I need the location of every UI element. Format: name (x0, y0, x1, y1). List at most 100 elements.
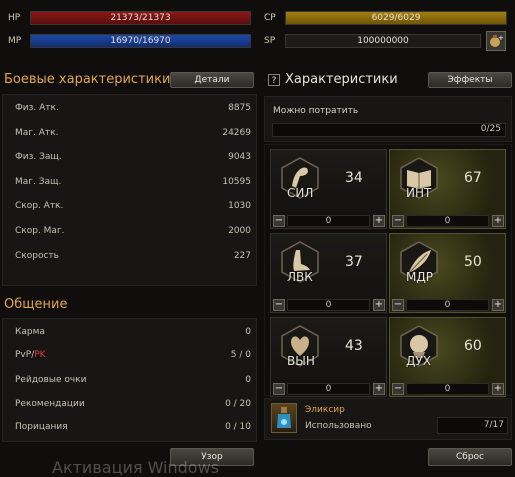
combat-stat-row: Маг. Атк. 24269 (15, 128, 251, 142)
mp-label: MP (8, 36, 22, 46)
list-item: Карма 0 (15, 327, 251, 341)
stat-card: МДР 50 −0 + (389, 233, 506, 313)
combat-stat-value: 10595 (222, 177, 251, 187)
effects-button[interactable]: Эффекты (428, 72, 512, 88)
combat-stat-row: Физ. Атк. 8875 (15, 103, 251, 117)
stat-value: 37 (345, 254, 363, 270)
list-item: PvP/PK 5 / 0 (15, 350, 251, 364)
sp-bar: 100000000 (285, 34, 481, 48)
plus-button[interactable]: + (373, 299, 385, 311)
stat-stepper: −0 + (271, 214, 386, 228)
combat-stat-row: Маг. Защ. 10595 (15, 177, 251, 191)
stat-stepper: −0 + (390, 382, 505, 396)
stat-cards-panel: СИЛ 34−0 + ИНТ 67−0 + ЛВК 37−0 + МДР 50−0 + ВЫН 43−0 +… (264, 144, 512, 397)
stat-abbr: СИЛ (287, 186, 314, 200)
pvp-pk-label: PvP/PK (15, 350, 46, 360)
stat-abbr: ИНТ (406, 186, 432, 200)
minus-button[interactable]: − (392, 383, 404, 395)
raid-points-label: Рейдовые очки (15, 375, 87, 385)
elixir-icon (271, 403, 297, 433)
stat-abbr: ДУХ (406, 354, 431, 368)
combat-stat-value: 2000 (228, 226, 251, 236)
combat-stat-row: Скорость 227 (15, 251, 251, 265)
stat-card: ДУХ 60 −0 + (389, 317, 506, 397)
stat-card: ЛВК 37 −0 + (270, 233, 387, 313)
stat-stepper: −0 + (390, 298, 505, 312)
stat-alloc-value: 0 (287, 215, 370, 227)
cp-bar: 6029/6029 (285, 11, 507, 25)
elixir-used-value: 7/17 (483, 420, 504, 430)
elixir-used-label: Использовано (305, 421, 372, 431)
elixir-used-field: 7/17 (437, 417, 508, 434)
stat-value: 34 (345, 170, 363, 186)
combat-stat-value: 1030 (228, 201, 251, 211)
stat-alloc-value: 0 (406, 299, 489, 311)
hp-bar: 21373/21373 (30, 11, 251, 25)
stat-abbr: МДР (406, 270, 433, 284)
pvp-label: PvP (15, 350, 32, 360)
mp-value: 16970/16970 (110, 36, 171, 46)
combat-stat-value: 8875 (228, 103, 251, 113)
spend-label: Можно потратить (273, 106, 359, 116)
plus-button[interactable]: + (492, 299, 504, 311)
combat-stat-label: Физ. Атк. (15, 103, 59, 113)
combat-stat-row: Скор. Атк. 1030 (15, 201, 251, 215)
pvp-pk-value: 5 / 0 (230, 350, 251, 360)
combat-stat-row: Скор. Маг. 2000 (15, 226, 251, 240)
stat-value: 60 (464, 338, 482, 354)
help-icon[interactable]: ? (268, 74, 280, 86)
combat-stat-value: 24269 (222, 128, 251, 138)
spend-field: 0/25 (272, 123, 506, 137)
list-item: Рейдовые очки 0 (15, 375, 251, 389)
hp-value: 21373/21373 (110, 13, 171, 23)
stat-value: 50 (464, 254, 482, 270)
recommendations-value: 0 / 20 (225, 399, 251, 409)
plus-button[interactable]: + (373, 215, 385, 227)
reproaches-label: Порицания (15, 422, 68, 432)
stat-alloc-value: 0 (287, 299, 370, 311)
stat-value: 67 (464, 170, 482, 186)
combat-panel: Физ. Атк. 8875 Маг. Атк. 24269 Физ. Защ. 9043… (2, 94, 257, 286)
minus-button[interactable]: − (273, 383, 285, 395)
details-button[interactable]: Детали (170, 72, 254, 88)
minus-button[interactable]: − (273, 299, 285, 311)
elixir-panel: Эликсир Использовано 7/17 (264, 398, 512, 440)
sp-label: SP (264, 36, 276, 46)
windows-activation-watermark: Активация Windows (52, 458, 219, 477)
combat-title: Боевые характеристики (4, 72, 171, 87)
minus-button[interactable]: − (392, 299, 404, 311)
minus-button[interactable]: − (273, 215, 285, 227)
reset-button[interactable]: Сброс (428, 448, 512, 466)
cp-value: 6029/6029 (371, 13, 421, 23)
stat-alloc-value: 0 (287, 383, 370, 395)
plus-button[interactable]: + (492, 215, 504, 227)
mp-bar: 16970/16970 (30, 34, 251, 48)
reproaches-value: 0 / 10 (225, 422, 251, 432)
list-item: Порицания 0 / 10 (15, 422, 251, 436)
cp-label: CP (264, 13, 276, 23)
elixir-title: Эликсир (305, 405, 345, 415)
recommendations-label: Рекомендации (15, 399, 85, 409)
sp-bag-icon[interactable]: + (486, 31, 506, 51)
combat-stat-label: Скорость (15, 251, 59, 261)
stat-value: 43 (345, 338, 363, 354)
combat-stat-label: Маг. Атк. (15, 128, 59, 138)
pk-label: PK (34, 350, 46, 360)
spend-value: 0/25 (480, 124, 501, 134)
raid-points-value: 0 (245, 375, 251, 385)
stat-card: ВЫН 43 −0 + (270, 317, 387, 397)
combat-stat-row: Физ. Защ. 9043 (15, 152, 251, 166)
stat-stepper: −0 + (271, 298, 386, 312)
spend-panel: Можно потратить 0/25 (264, 96, 512, 142)
stat-abbr: ВЫН (287, 354, 315, 368)
plus-button[interactable]: + (373, 383, 385, 395)
stat-alloc-value: 0 (406, 383, 489, 395)
list-item: Рекомендации 0 / 20 (15, 399, 251, 413)
minus-button[interactable]: − (392, 215, 404, 227)
plus-button[interactable]: + (492, 383, 504, 395)
social-title: Общение (4, 297, 68, 312)
combat-stat-value: 9043 (228, 152, 251, 162)
stat-alloc-value: 0 (406, 215, 489, 227)
combat-stat-label: Скор. Маг. (15, 226, 65, 236)
combat-stat-label: Физ. Защ. (15, 152, 62, 162)
